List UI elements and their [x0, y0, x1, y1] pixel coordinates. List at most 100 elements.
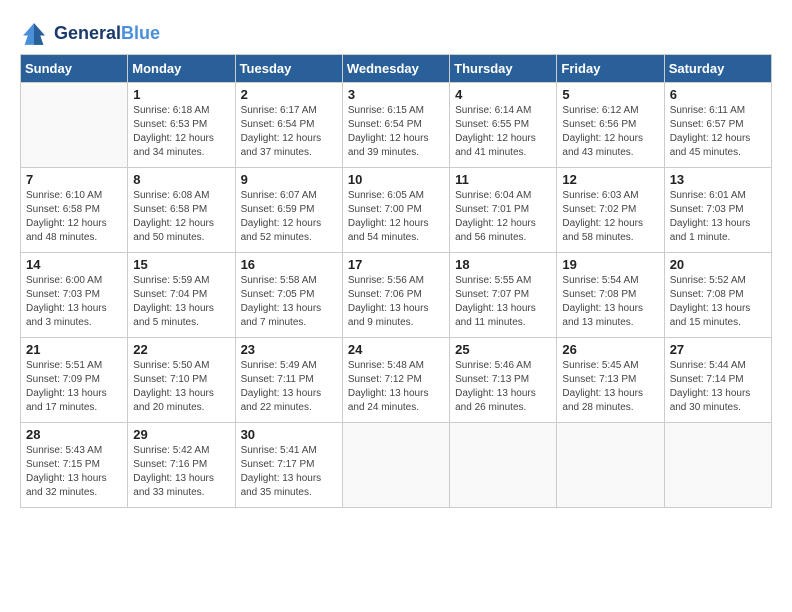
day-info: Sunrise: 6:07 AMSunset: 6:59 PMDaylight:…	[241, 189, 337, 245]
calendar-day-cell: 17 Sunrise: 5:56 AMSunset: 7:06 PMDayligh…	[342, 253, 449, 338]
day-number: 22	[133, 342, 229, 357]
weekday-header: Saturday	[664, 55, 771, 83]
day-info: Sunrise: 6:14 AMSunset: 6:55 PMDaylight:…	[455, 104, 551, 160]
calendar-day-cell: 15 Sunrise: 5:59 AMSunset: 7:04 PMDayligh…	[128, 253, 235, 338]
day-info: Sunrise: 5:52 AMSunset: 7:08 PMDaylight:…	[670, 274, 766, 330]
logo: GeneralBlue	[20, 20, 160, 48]
day-number: 9	[241, 172, 337, 187]
day-info: Sunrise: 5:48 AMSunset: 7:12 PMDaylight:…	[348, 359, 444, 415]
weekday-header: Tuesday	[235, 55, 342, 83]
day-number: 8	[133, 172, 229, 187]
day-number: 17	[348, 257, 444, 272]
day-info: Sunrise: 5:49 AMSunset: 7:11 PMDaylight:…	[241, 359, 337, 415]
day-number: 21	[26, 342, 122, 357]
weekday-header: Sunday	[21, 55, 128, 83]
day-number: 15	[133, 257, 229, 272]
calendar-day-cell: 22 Sunrise: 5:50 AMSunset: 7:10 PMDayligh…	[128, 338, 235, 423]
calendar-day-cell: 23Sunrise: 5:49 AMSunset: 7:11 PMDayligh…	[235, 338, 342, 423]
calendar-week-row: 1 Sunrise: 6:18 AMSunset: 6:53 PMDaylight…	[21, 83, 772, 168]
day-number: 25	[455, 342, 551, 357]
day-number: 19	[562, 257, 658, 272]
day-number: 12	[562, 172, 658, 187]
calendar-body: 1 Sunrise: 6:18 AMSunset: 6:53 PMDaylight…	[21, 83, 772, 508]
day-number: 3	[348, 87, 444, 102]
day-info: Sunrise: 6:01 AMSunset: 7:03 PMDaylight:…	[670, 189, 766, 245]
day-info: Sunrise: 6:03 AMSunset: 7:02 PMDaylight:…	[562, 189, 658, 245]
calendar-day-cell: 18Sunrise: 5:55 AMSunset: 7:07 PMDayligh…	[450, 253, 557, 338]
day-info: Sunrise: 6:10 AMSunset: 6:58 PMDaylight:…	[26, 189, 122, 245]
day-number: 4	[455, 87, 551, 102]
calendar-day-cell	[342, 423, 449, 508]
day-number: 11	[455, 172, 551, 187]
calendar-day-cell: 1 Sunrise: 6:18 AMSunset: 6:53 PMDaylight…	[128, 83, 235, 168]
calendar-day-cell: 26Sunrise: 5:45 AMSunset: 7:13 PMDayligh…	[557, 338, 664, 423]
day-number: 30	[241, 427, 337, 442]
day-info: Sunrise: 5:43 AMSunset: 7:15 PMDaylight:…	[26, 444, 122, 500]
logo-icon	[20, 20, 48, 48]
day-number: 10	[348, 172, 444, 187]
weekday-header: Thursday	[450, 55, 557, 83]
day-info: Sunrise: 6:17 AMSunset: 6:54 PMDaylight:…	[241, 104, 337, 160]
day-info: Sunrise: 6:08 AMSunset: 6:58 PMDaylight:…	[133, 189, 229, 245]
calendar-day-cell	[557, 423, 664, 508]
day-number: 20	[670, 257, 766, 272]
calendar-day-cell: 19 Sunrise: 5:54 AMSunset: 7:08 PMDayligh…	[557, 253, 664, 338]
day-info: Sunrise: 5:44 AMSunset: 7:14 PMDaylight:…	[670, 359, 766, 415]
day-number: 2	[241, 87, 337, 102]
calendar-day-cell: 24 Sunrise: 5:48 AMSunset: 7:12 PMDayligh…	[342, 338, 449, 423]
calendar-day-cell: 28 Sunrise: 5:43 AMSunset: 7:15 PMDayligh…	[21, 423, 128, 508]
day-number: 29	[133, 427, 229, 442]
day-number: 7	[26, 172, 122, 187]
calendar-day-cell: 13Sunrise: 6:01 AMSunset: 7:03 PMDayligh…	[664, 168, 771, 253]
calendar-day-cell	[450, 423, 557, 508]
day-number: 26	[562, 342, 658, 357]
day-info: Sunrise: 6:18 AMSunset: 6:53 PMDaylight:…	[133, 104, 229, 160]
calendar-day-cell: 30 Sunrise: 5:41 AMSunset: 7:17 PMDayligh…	[235, 423, 342, 508]
day-info: Sunrise: 6:05 AMSunset: 7:00 PMDaylight:…	[348, 189, 444, 245]
day-info: Sunrise: 5:54 AMSunset: 7:08 PMDaylight:…	[562, 274, 658, 330]
calendar-week-row: 7 Sunrise: 6:10 AMSunset: 6:58 PMDaylight…	[21, 168, 772, 253]
day-number: 24	[348, 342, 444, 357]
day-number: 5	[562, 87, 658, 102]
day-info: Sunrise: 5:56 AMSunset: 7:06 PMDaylight:…	[348, 274, 444, 330]
calendar-week-row: 28 Sunrise: 5:43 AMSunset: 7:15 PMDayligh…	[21, 423, 772, 508]
calendar-day-cell: 27 Sunrise: 5:44 AMSunset: 7:14 PMDayligh…	[664, 338, 771, 423]
calendar-day-cell: 20 Sunrise: 5:52 AMSunset: 7:08 PMDayligh…	[664, 253, 771, 338]
weekday-header: Wednesday	[342, 55, 449, 83]
calendar-day-cell: 12 Sunrise: 6:03 AMSunset: 7:02 PMDayligh…	[557, 168, 664, 253]
day-number: 1	[133, 87, 229, 102]
day-number: 6	[670, 87, 766, 102]
calendar-day-cell: 21Sunrise: 5:51 AMSunset: 7:09 PMDayligh…	[21, 338, 128, 423]
day-info: Sunrise: 6:11 AMSunset: 6:57 PMDaylight:…	[670, 104, 766, 160]
day-info: Sunrise: 6:15 AMSunset: 6:54 PMDaylight:…	[348, 104, 444, 160]
day-number: 27	[670, 342, 766, 357]
calendar-day-cell	[664, 423, 771, 508]
calendar-day-cell: 3 Sunrise: 6:15 AMSunset: 6:54 PMDaylight…	[342, 83, 449, 168]
calendar-day-cell: 14Sunrise: 6:00 AMSunset: 7:03 PMDayligh…	[21, 253, 128, 338]
day-info: Sunrise: 5:50 AMSunset: 7:10 PMDaylight:…	[133, 359, 229, 415]
calendar-day-cell: 16 Sunrise: 5:58 AMSunset: 7:05 PMDayligh…	[235, 253, 342, 338]
calendar-day-cell: 2 Sunrise: 6:17 AMSunset: 6:54 PMDaylight…	[235, 83, 342, 168]
day-info: Sunrise: 5:46 AMSunset: 7:13 PMDaylight:…	[455, 359, 551, 415]
calendar-day-cell: 5 Sunrise: 6:12 AMSunset: 6:56 PMDaylight…	[557, 83, 664, 168]
weekday-header: Monday	[128, 55, 235, 83]
calendar-day-cell: 7 Sunrise: 6:10 AMSunset: 6:58 PMDaylight…	[21, 168, 128, 253]
day-info: Sunrise: 6:04 AMSunset: 7:01 PMDaylight:…	[455, 189, 551, 245]
day-info: Sunrise: 5:55 AMSunset: 7:07 PMDaylight:…	[455, 274, 551, 330]
calendar-header-row: SundayMondayTuesdayWednesdayThursdayFrid…	[21, 55, 772, 83]
day-info: Sunrise: 6:00 AMSunset: 7:03 PMDaylight:…	[26, 274, 122, 330]
calendar-day-cell: 6 Sunrise: 6:11 AMSunset: 6:57 PMDaylight…	[664, 83, 771, 168]
calendar-table: SundayMondayTuesdayWednesdayThursdayFrid…	[20, 54, 772, 508]
calendar-day-cell: 10 Sunrise: 6:05 AMSunset: 7:00 PMDayligh…	[342, 168, 449, 253]
calendar-day-cell: 9 Sunrise: 6:07 AMSunset: 6:59 PMDaylight…	[235, 168, 342, 253]
logo-text: GeneralBlue	[54, 24, 160, 44]
day-info: Sunrise: 5:59 AMSunset: 7:04 PMDaylight:…	[133, 274, 229, 330]
day-info: Sunrise: 5:58 AMSunset: 7:05 PMDaylight:…	[241, 274, 337, 330]
calendar-day-cell: 4 Sunrise: 6:14 AMSunset: 6:55 PMDaylight…	[450, 83, 557, 168]
day-number: 16	[241, 257, 337, 272]
calendar-week-row: 21Sunrise: 5:51 AMSunset: 7:09 PMDayligh…	[21, 338, 772, 423]
day-info: Sunrise: 6:12 AMSunset: 6:56 PMDaylight:…	[562, 104, 658, 160]
day-info: Sunrise: 5:41 AMSunset: 7:17 PMDaylight:…	[241, 444, 337, 500]
calendar-day-cell: 11 Sunrise: 6:04 AMSunset: 7:01 PMDayligh…	[450, 168, 557, 253]
day-number: 28	[26, 427, 122, 442]
